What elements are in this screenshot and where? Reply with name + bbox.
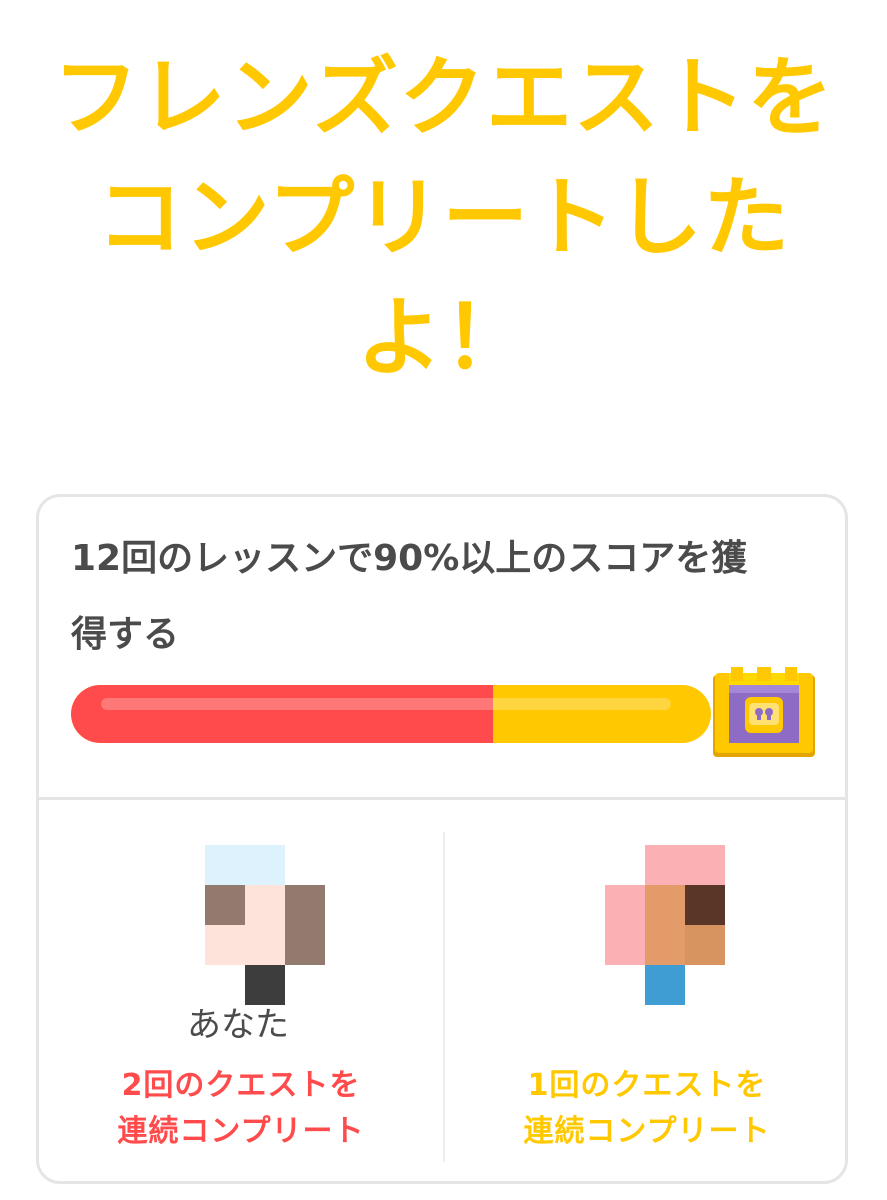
quest-description: 12回のレッスンで90%以上のスコアを獲 得する	[71, 537, 831, 657]
user-streak-line-2: 連続コンプリート	[117, 1114, 365, 1149]
page-title: フレンズクエストを コンプリートした よ！	[0, 38, 887, 398]
title-line-1: フレンズクエストを	[52, 48, 835, 148]
treasure-chest-icon	[713, 667, 815, 757]
user-streak-text: 2回のクエストを 連続コンプリート	[91, 1063, 391, 1155]
card-divider	[39, 797, 845, 800]
friend-streak-text: 1回のクエストを 連続コンプリート	[497, 1063, 797, 1155]
quest-description-line-1: 12回のレッスンで90%以上のスコアを獲	[71, 538, 748, 579]
friend-avatar[interactable]	[605, 845, 725, 1005]
friend-streak-line-1: 1回のクエストを	[527, 1068, 767, 1103]
quest-description-line-2: 得する	[71, 614, 180, 655]
friend-streak-line-2: 連続コンプリート	[523, 1114, 771, 1149]
participants-divider	[443, 832, 445, 1162]
quest-card: 12回のレッスンで90%以上のスコアを獲 得する あなた 2回のクエストを 連続…	[36, 494, 848, 1184]
title-line-3: よ！	[356, 288, 531, 388]
quest-progress-fill	[71, 685, 494, 743]
title-line-2: コンプリートした	[96, 168, 791, 268]
user-avatar[interactable]	[201, 845, 325, 1005]
user-streak-line-1: 2回のクエストを	[121, 1068, 361, 1103]
quest-progress-bar	[71, 685, 711, 743]
user-name: あなた	[187, 1005, 289, 1045]
progress-shine	[101, 698, 671, 710]
